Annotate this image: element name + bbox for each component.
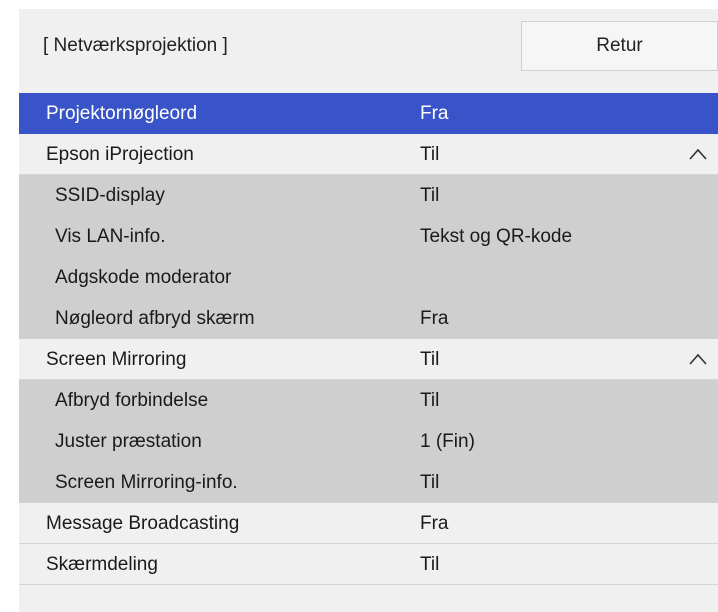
setting-screen-mirroring-info[interactable]: Screen Mirroring-info. Til <box>19 462 718 503</box>
setting-message-broadcasting[interactable]: Message Broadcasting Fra <box>19 503 718 544</box>
setting-label: Skærmdeling <box>46 554 158 575</box>
setting-label: Screen Mirroring-info. <box>55 472 238 493</box>
setting-value: Fra <box>420 308 449 329</box>
setting-label: Nøgleord afbryd skærm <box>55 308 255 329</box>
setting-label: Afbryd forbindelse <box>55 390 209 411</box>
setting-ssid-display[interactable]: SSID-display Til <box>19 175 718 216</box>
setting-label: Message Broadcasting <box>46 513 240 534</box>
setting-value: Fra <box>420 513 449 534</box>
setting-label: Epson iProjection <box>46 144 194 165</box>
setting-label: Projektornøgleord <box>46 103 198 124</box>
setting-moderator-password[interactable]: Adgskode moderator <box>19 257 718 298</box>
setting-value: Til <box>420 472 440 493</box>
chevron-up-icon[interactable] <box>689 148 707 160</box>
setting-label: Juster præstation <box>55 431 202 452</box>
setting-value: 1 (Fin) <box>420 431 475 452</box>
setting-epson-iprojection[interactable]: Epson iProjection Til <box>19 134 718 175</box>
menu-title: [ Netværksprojektion ] <box>43 35 228 56</box>
setting-adjust-performance[interactable]: Juster præstation 1 (Fin) <box>19 421 718 462</box>
setting-disconnect[interactable]: Afbryd forbindelse Til <box>19 380 718 421</box>
setting-show-lan-info[interactable]: Vis LAN-info. Tekst og QR-kode <box>19 216 718 257</box>
setting-screen-mirroring[interactable]: Screen Mirroring Til <box>19 339 718 380</box>
chevron-up-icon[interactable] <box>689 353 707 365</box>
setting-value: Til <box>420 144 440 165</box>
setting-label: Vis LAN-info. <box>55 226 166 247</box>
setting-value: Til <box>420 349 440 370</box>
setting-value: Til <box>420 390 440 411</box>
setting-label: Screen Mirroring <box>46 349 187 370</box>
setting-projector-keyword[interactable]: Projektornøgleord Fra <box>19 93 718 134</box>
setting-keyword-interrupt-screen[interactable]: Nøgleord afbryd skærm Fra <box>19 298 718 339</box>
network-projection-menu: [ Netværksprojektion ] Retur Projektornø… <box>19 9 718 612</box>
back-button[interactable]: Retur <box>521 21 718 71</box>
settings-list: Projektornøgleord Fra Epson iProjection … <box>19 93 718 585</box>
setting-value: Til <box>420 185 440 206</box>
setting-label: Adgskode moderator <box>55 267 232 288</box>
setting-screen-sharing[interactable]: Skærmdeling Til <box>19 544 718 585</box>
menu-header: [ Netværksprojektion ] Retur <box>19 9 718 90</box>
setting-value: Til <box>420 554 440 575</box>
setting-label: SSID-display <box>55 185 165 206</box>
setting-value: Tekst og QR-kode <box>420 226 573 247</box>
setting-value: Fra <box>420 103 449 124</box>
